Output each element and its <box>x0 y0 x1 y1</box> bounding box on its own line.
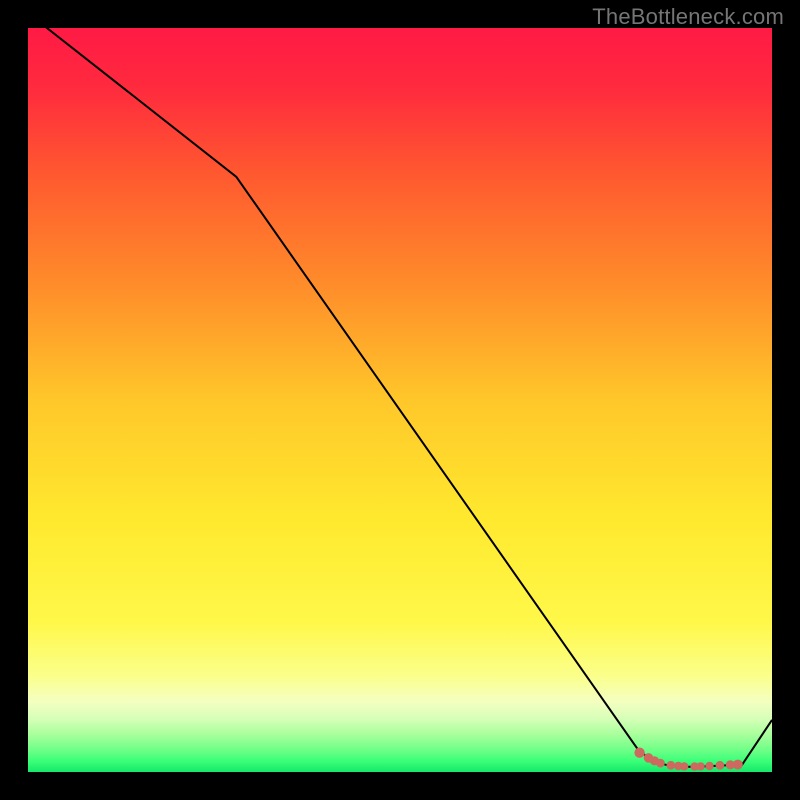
bottleneck-chart <box>0 0 800 800</box>
watermark-text: TheBottleneck.com <box>592 4 784 30</box>
data-marker <box>680 762 688 770</box>
data-marker <box>634 748 644 758</box>
gradient-background <box>28 28 772 772</box>
data-marker <box>666 761 675 770</box>
chart-frame: { "watermark": "TheBottleneck.com", "cha… <box>0 0 800 800</box>
data-marker <box>733 760 743 770</box>
data-marker <box>705 762 713 770</box>
data-marker <box>716 761 725 770</box>
data-marker <box>696 762 704 770</box>
data-marker <box>656 759 665 768</box>
